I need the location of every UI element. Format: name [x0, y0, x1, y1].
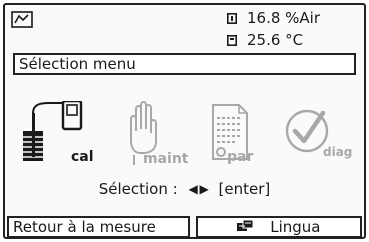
menu-item-maint-label: maint	[143, 151, 189, 167]
softkey-language[interactable]: Lingua	[196, 216, 362, 238]
reading-oxygen: 16.8 %Air	[227, 8, 320, 28]
arrow-keys-icon: ◀ ▶	[188, 182, 208, 196]
selection-hint: Sélection : ◀ ▶ [enter]	[5, 180, 364, 198]
softkey-back-to-measurement[interactable]: Retour à la mesure	[7, 216, 190, 238]
menu-item-maint[interactable]: maint	[123, 101, 189, 167]
language-icon	[237, 220, 254, 231]
menu-item-diag[interactable]: diag	[281, 101, 353, 167]
menu-item-diag-label: diag	[323, 145, 353, 159]
selection-label: Sélection :	[98, 180, 178, 198]
sensor-indicator-icon	[227, 12, 237, 24]
reading-temperature: 25.6 °C	[227, 30, 303, 50]
sensor-indicator-icon	[227, 34, 237, 46]
reading-oxygen-value: 16.8 %Air	[247, 9, 321, 27]
device-screen: 16.8 %Air 25.6 °C Sélection menu cal mai…	[3, 3, 366, 239]
menu-item-cal[interactable]: cal	[19, 101, 105, 167]
measurement-graph-icon	[11, 11, 33, 28]
menu-item-cal-label: cal	[71, 149, 94, 165]
selection-action: [enter]	[218, 180, 271, 198]
reading-temperature-value: 25.6 °C	[247, 31, 304, 49]
menu-item-par[interactable]: par	[209, 101, 265, 167]
softkey-language-label: Lingua	[270, 218, 321, 236]
menu-title: Sélection menu	[13, 53, 356, 75]
menu-item-par-label: par	[227, 149, 254, 165]
